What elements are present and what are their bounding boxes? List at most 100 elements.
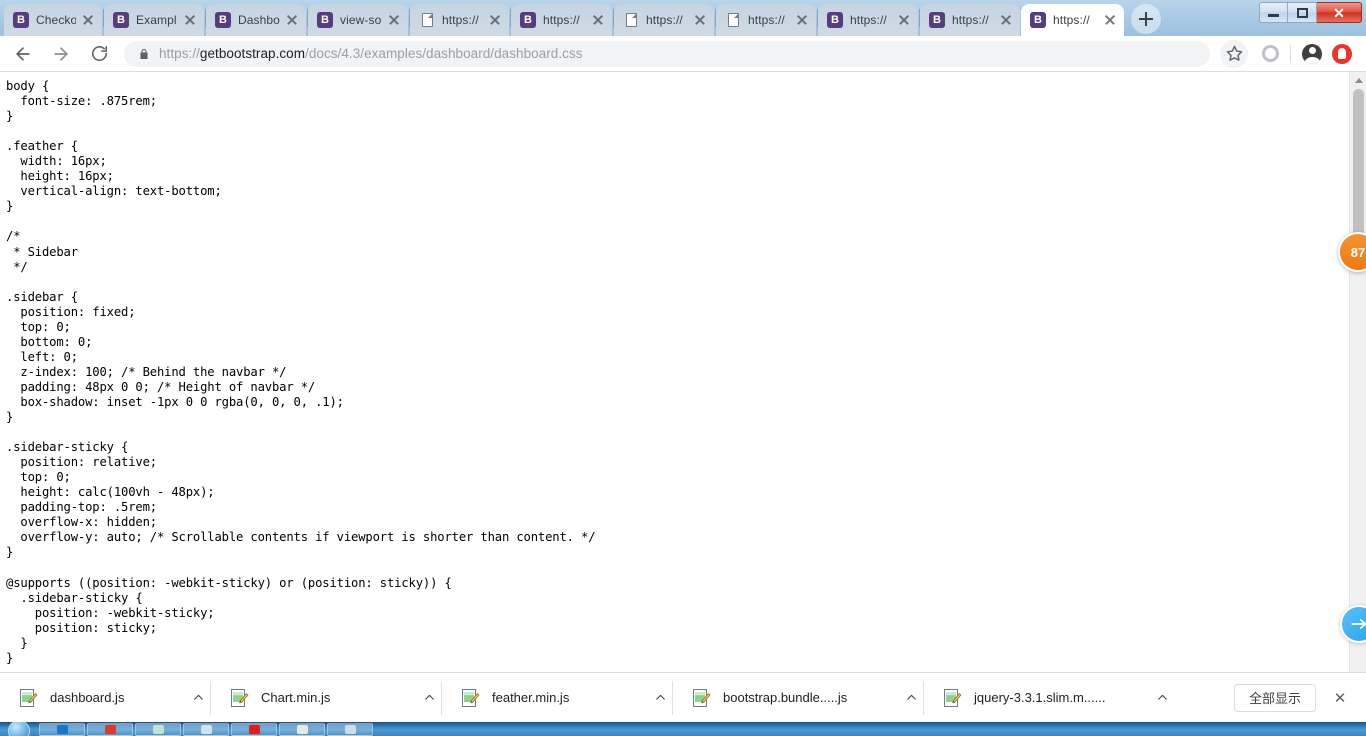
tab-close-icon[interactable]	[182, 12, 198, 28]
tab-title: https://	[748, 13, 785, 27]
download-shelf: dashboard.js Chart.min.js feather.min.js bo…	[0, 672, 1366, 722]
taskbar-item-4[interactable]	[231, 722, 277, 736]
os-taskbar	[0, 722, 1366, 736]
taskbar-app-icon	[248, 724, 260, 734]
browser-tab-4[interactable]: https://	[410, 4, 509, 36]
browser-tab-8[interactable]: Bhttps://	[818, 4, 918, 36]
download-menu-chevron-up-icon[interactable]	[648, 686, 672, 710]
show-all-downloads-button[interactable]: 全部显示	[1233, 683, 1316, 712]
browser-tab-10[interactable]: Bhttps://	[1021, 4, 1124, 36]
taskbar-item-5[interactable]	[279, 722, 325, 736]
bootstrap-favicon-icon: B	[215, 12, 231, 28]
tab-close-icon[interactable]	[1102, 12, 1118, 28]
download-menu-chevron-up-icon[interactable]	[417, 686, 441, 710]
close-shelf-button[interactable]: ✕	[1326, 684, 1354, 712]
tab-title: Exampl	[136, 13, 177, 27]
bookmark-star-button[interactable]	[1220, 39, 1248, 68]
chevron-up-icon	[1354, 78, 1363, 83]
tab-close-icon[interactable]	[998, 12, 1014, 28]
reload-button[interactable]	[84, 39, 114, 69]
bootstrap-favicon-icon: B	[929, 12, 945, 28]
tab-title: https://	[442, 13, 479, 27]
download-file-name: bootstrap.bundle.....js	[723, 690, 848, 705]
downloads-container: dashboard.js Chart.min.js feather.min.js bo…	[0, 673, 1174, 723]
start-button[interactable]	[0, 722, 38, 736]
tab-close-icon[interactable]	[80, 12, 96, 28]
extension-button[interactable]	[1328, 40, 1356, 68]
tab-title: Dashbo	[238, 13, 280, 27]
taskbar-app-icon	[344, 724, 356, 734]
window-controls: ✕	[1259, 2, 1362, 23]
tab-close-icon[interactable]	[794, 12, 810, 28]
css-source-text: body { font-size: .875rem; } .feather { …	[6, 79, 596, 665]
taskbar-item-1[interactable]	[87, 722, 133, 736]
taskbar-items	[38, 722, 374, 736]
page-scrollbar[interactable]	[1349, 72, 1366, 672]
bootstrap-favicon-icon: B	[113, 12, 129, 28]
tab-close-icon[interactable]	[896, 12, 912, 28]
reload-icon	[91, 45, 107, 62]
bootstrap-favicon-icon: B	[520, 12, 536, 28]
window-maximize-button[interactable]	[1288, 2, 1317, 23]
maximize-icon	[1296, 7, 1308, 18]
download-menu-chevron-up-icon[interactable]	[186, 686, 210, 710]
forward-arrow-icon	[54, 46, 68, 61]
forward-button[interactable]	[46, 39, 76, 69]
browser-tab-2[interactable]: B Dashbo	[206, 4, 306, 36]
gray-ring-icon	[1261, 45, 1279, 62]
window-minimize-button[interactable]	[1259, 2, 1288, 23]
download-menu-chevron-up-icon[interactable]	[899, 686, 923, 710]
taskbar-item-0[interactable]	[39, 722, 85, 736]
extension-inner-glyph	[1338, 48, 1346, 59]
window-close-button[interactable]: ✕	[1317, 2, 1362, 23]
tab-title: Checko	[36, 13, 76, 27]
back-button[interactable]	[8, 39, 38, 69]
browser-tab-1[interactable]: B Exampl	[104, 4, 204, 36]
js-file-icon	[942, 688, 962, 708]
download-item[interactable]: bootstrap.bundle.....js	[673, 673, 923, 723]
tab-title: https://	[1053, 13, 1090, 27]
scrollbar-thumb[interactable]	[1353, 89, 1364, 249]
red-extension-icon	[1332, 43, 1352, 64]
download-file-name: Chart.min.js	[261, 690, 331, 705]
download-item[interactable]: dashboard.js	[0, 673, 210, 723]
taskbar-app-icon	[200, 724, 212, 734]
tab-close-icon[interactable]	[487, 12, 503, 28]
browser-tab-3[interactable]: Bview-so	[308, 4, 408, 36]
taskbar-item-2[interactable]	[135, 722, 181, 736]
lock-icon	[138, 47, 150, 61]
back-arrow-icon	[16, 46, 30, 61]
browser-tab-5[interactable]: Bhttps://	[511, 4, 612, 36]
tab-close-icon[interactable]	[590, 12, 606, 28]
download-item[interactable]: feather.min.js	[442, 673, 672, 723]
page-favicon-icon	[419, 12, 435, 28]
tab-close-icon[interactable]	[386, 12, 402, 28]
taskbar-item-6[interactable]	[327, 722, 373, 736]
link-icon	[1351, 619, 1366, 629]
download-file-name: jquery-3.3.1.slim.m......	[974, 690, 1106, 705]
download-menu-chevron-up-icon[interactable]	[1150, 686, 1174, 710]
js-file-icon	[229, 688, 249, 708]
profile-avatar-icon	[1302, 43, 1322, 64]
url-host: getbootstrap.com	[199, 46, 306, 61]
sync-status-button[interactable]	[1256, 40, 1284, 68]
download-item[interactable]: jquery-3.3.1.slim.m......	[924, 673, 1174, 723]
page-favicon-icon	[725, 12, 741, 28]
profile-button[interactable]	[1298, 40, 1326, 68]
browser-tab-6[interactable]: https://	[614, 4, 714, 36]
bootstrap-favicon-icon: B	[317, 12, 333, 28]
browser-tab-7[interactable]: https://	[716, 4, 816, 36]
tab-close-icon[interactable]	[692, 12, 708, 28]
address-bar[interactable]: https://getbootstrap.com/docs/4.3/exampl…	[124, 40, 1210, 67]
taskbar-app-icon	[296, 724, 308, 734]
download-item[interactable]: Chart.min.js	[211, 673, 441, 723]
tab-close-icon[interactable]	[284, 12, 300, 28]
browser-tab-0[interactable]: B Checko	[4, 4, 102, 36]
browser-tab-9[interactable]: Bhttps://	[920, 4, 1020, 36]
new-tab-button[interactable]	[1131, 4, 1161, 34]
browser-toolbar: https://getbootstrap.com/docs/4.3/exampl…	[0, 36, 1366, 72]
close-icon: ✕	[1333, 4, 1345, 21]
taskbar-item-3[interactable]	[183, 722, 229, 736]
scrollbar-up-arrow[interactable]	[1350, 72, 1366, 89]
browser-tab-strip: B Checko B Exampl B Dashbo Bview-so https://Bht…	[0, 0, 1366, 36]
